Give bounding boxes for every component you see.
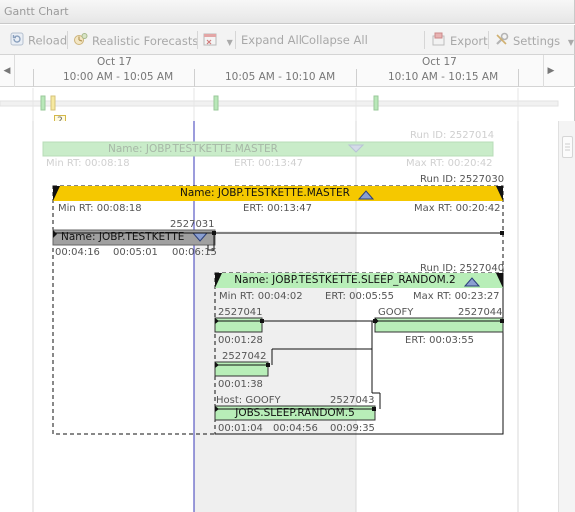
task-run-id: 2527043 — [330, 395, 375, 406]
scrollbar-thumb[interactable] — [562, 136, 573, 158]
toolbar-separator — [488, 31, 489, 49]
sleep-max-rt: Max RT: 00:23:27 — [413, 291, 500, 302]
time-tick — [194, 69, 195, 87]
time-range-label: 10:10 AM - 10:15 AM — [388, 71, 499, 83]
task-time-3: 00:09:35 — [330, 423, 375, 434]
chevron-down-icon: ▼ — [226, 38, 233, 47]
task-run-id: 2527044 — [458, 307, 503, 318]
vertical-scrollbar[interactable] — [558, 121, 575, 512]
task-bar-2527044[interactable] — [376, 319, 503, 331]
divider — [543, 55, 544, 87]
master-min-rt: Min RT: 00:08:18 — [58, 203, 142, 214]
master-bar-label[interactable]: Name: JOBP.TESTKETTE.MASTER — [150, 186, 380, 200]
date-label: Oct 17 — [97, 56, 132, 68]
toolbar-separator — [67, 31, 68, 49]
ghost-min-rt: Min RT: 00:08:18 — [46, 158, 130, 169]
settings-label: Settings — [513, 34, 561, 48]
sleep-bar-label[interactable]: Name: JOBP.TESTKETTE.SLEEP_RANDOM.2 — [225, 273, 465, 287]
master-max-rt: Max RT: 00:20:42 — [414, 203, 501, 214]
scroll-right-button[interactable]: ▶ — [544, 55, 558, 87]
task-time: 00:01:28 — [218, 335, 263, 346]
testkette-bar-label[interactable]: Name: JOBP.TESTKETTE — [57, 230, 187, 244]
scroll-left-button[interactable]: ◀ — [0, 55, 14, 87]
ghost-ert: ERT: 00:13:47 — [234, 158, 304, 169]
ghost-run-id: Run ID: 2527014 — [410, 130, 495, 141]
task-bar-2527041[interactable] — [216, 319, 262, 331]
divider — [14, 55, 15, 87]
settings-button[interactable]: Settings ▼ — [494, 32, 574, 48]
time-range-label: 10:00 AM - 10:05 AM — [63, 71, 174, 83]
sleep-ert: ERT: 00:05:55 — [325, 291, 395, 302]
chevron-left-icon: ◀ — [3, 66, 11, 76]
time-tick — [33, 69, 34, 87]
chevron-right-icon: ▶ — [547, 66, 555, 76]
date-label: Oct 17 — [422, 56, 457, 68]
time-tick — [356, 69, 357, 87]
reload-label: Reload — [28, 33, 68, 48]
testkette-time-3: 00:06:15 — [172, 247, 217, 258]
realistic-forecasts-label: Realistic Forecasts — [92, 34, 199, 48]
task-ert: ERT: 00:03:55 — [405, 335, 475, 346]
reload-button[interactable]: Reload — [10, 32, 67, 48]
export-label: Export — [450, 34, 488, 48]
ghost-bar-label[interactable]: Name: JOBP.TESTKETTE.MASTER — [43, 142, 343, 156]
testkette-time-2: 00:05:01 — [113, 247, 158, 258]
calendar-icon — [203, 32, 219, 51]
ghost-max-rt: Max RT: 00:20:42 — [406, 158, 493, 169]
export-button[interactable]: Export — [431, 32, 488, 48]
toolbar-separator — [424, 31, 425, 49]
toolbar-separator — [235, 31, 236, 49]
toolbar: Reload Realistic Forecasts ▼ ▼ Expand Al… — [0, 25, 575, 55]
forecast-icon — [73, 32, 88, 51]
sleep-min-rt: Min RT: 00:04:02 — [219, 291, 303, 302]
realistic-forecasts-button[interactable]: Realistic Forecasts ▼ — [73, 32, 212, 48]
reload-icon — [10, 32, 24, 50]
filter-menu-button[interactable]: ▼ — [203, 32, 233, 48]
task-time-1: 00:01:04 — [218, 423, 263, 434]
master-run-id: Run ID: 2527030 — [420, 174, 505, 185]
window-title: Gantt Chart — [4, 5, 69, 18]
task-time: 00:01:38 — [218, 379, 263, 390]
collapse-all-button[interactable]: Collapse All — [301, 32, 368, 48]
task-host: GOOFY — [378, 307, 414, 318]
gantt-area: Run ID: 2527014 Name: JOBP.TESTKETTE.MAS… — [0, 121, 575, 512]
testkette-time-1: 00:04:16 — [55, 247, 100, 258]
title-bar: Gantt Chart — [0, 0, 575, 24]
chevron-down-icon: ▼ — [567, 38, 574, 47]
task-host: Host: GOOFY — [216, 395, 281, 406]
task-run-id: 2527041 — [218, 307, 263, 318]
master-ert: ERT: 00:13:47 — [243, 203, 313, 214]
testkette-run-id: 2527031 — [170, 219, 215, 230]
task-bar-2527042[interactable] — [216, 363, 268, 375]
overview-strip[interactable]: 2 — [0, 88, 575, 128]
task-run-id: 2527042 — [222, 351, 267, 362]
export-icon — [431, 32, 446, 51]
expand-all-button[interactable]: Expand All — [241, 32, 302, 48]
task-time-2: 00:04:56 — [273, 423, 318, 434]
task-bar-2527043[interactable]: JOBS.SLEEP.RANDOM.5 — [215, 406, 375, 420]
wrench-icon — [494, 32, 509, 51]
time-tick — [518, 69, 519, 87]
overview-graphic — [0, 88, 559, 121]
toolbar-separator — [197, 31, 198, 49]
timeline-header: ◀ ▶ Oct 17 Oct 17 10:00 AM - 10:05 AM 10… — [0, 55, 575, 87]
time-range-label: 10:05 AM - 10:10 AM — [225, 71, 336, 83]
grip-icon — [565, 143, 570, 151]
